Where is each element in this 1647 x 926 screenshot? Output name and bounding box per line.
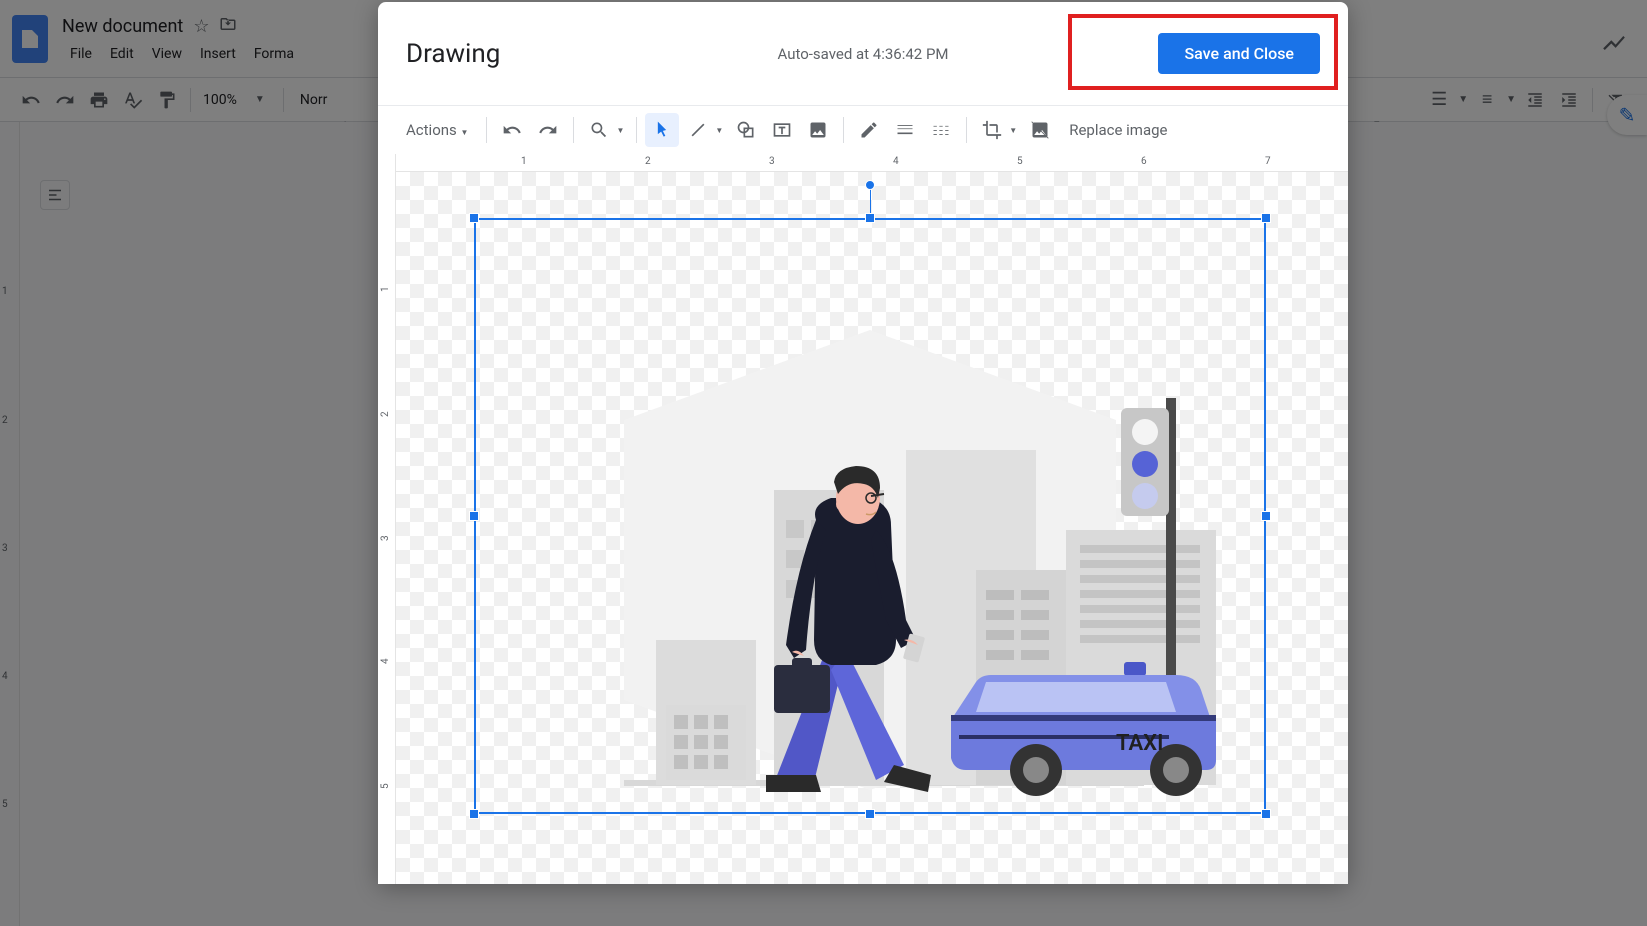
image-tool-icon[interactable] [801,113,835,147]
border-weight-icon[interactable] [888,113,922,147]
undo-icon[interactable] [495,113,529,147]
resize-handle-s[interactable] [865,809,875,819]
zoom-dropdown-icon[interactable]: ▼ [616,126,628,135]
resize-handle-se[interactable] [1261,809,1271,819]
textbox-tool-icon[interactable] [765,113,799,147]
dialog-title: Drawing [406,39,500,69]
resize-handle-n[interactable] [865,213,875,223]
resize-handle-nw[interactable] [469,213,479,223]
crop-dropdown-icon[interactable]: ▼ [1009,126,1021,135]
resize-handle-ne[interactable] [1261,213,1271,223]
redo-icon[interactable] [531,113,565,147]
actions-menu[interactable]: Actions ▼ [388,121,478,139]
select-tool-icon[interactable] [645,113,679,147]
resize-handle-sw[interactable] [469,809,479,819]
line-dropdown-icon[interactable]: ▼ [715,126,727,135]
resize-handle-w[interactable] [469,511,479,521]
border-dash-icon[interactable] [924,113,958,147]
dialog-header: Drawing Auto-saved at 4:36:42 PM Save an… [378,2,1348,106]
drawing-dialog: Drawing Auto-saved at 4:36:42 PM Save an… [378,2,1348,884]
drawing-vertical-ruler: 1 2 3 4 5 [378,154,396,884]
resize-handle-e[interactable] [1261,511,1271,521]
save-and-close-button[interactable]: Save and Close [1158,33,1320,74]
rotate-handle[interactable] [865,180,875,190]
drawing-horizontal-ruler: 1 2 3 4 5 6 7 [396,154,1348,172]
inserted-illustration: TAXI [476,220,1264,812]
drawing-canvas[interactable]: TAXI [396,172,1348,884]
line-tool-icon[interactable] [681,113,715,147]
svg-text:TAXI: TAXI [1116,731,1163,756]
zoom-icon[interactable] [582,113,616,147]
crop-icon[interactable] [975,113,1009,147]
border-color-icon[interactable] [852,113,886,147]
autosave-status: Auto-saved at 4:36:42 PM [777,45,948,63]
drawing-toolbar: Actions ▼ ▼ ▼ ▼ Replace image [378,106,1348,154]
shape-tool-icon[interactable] [729,113,763,147]
replace-image-button[interactable]: Replace image [1059,121,1177,139]
selected-image[interactable]: TAXI [474,218,1266,814]
reset-image-icon[interactable] [1023,113,1057,147]
